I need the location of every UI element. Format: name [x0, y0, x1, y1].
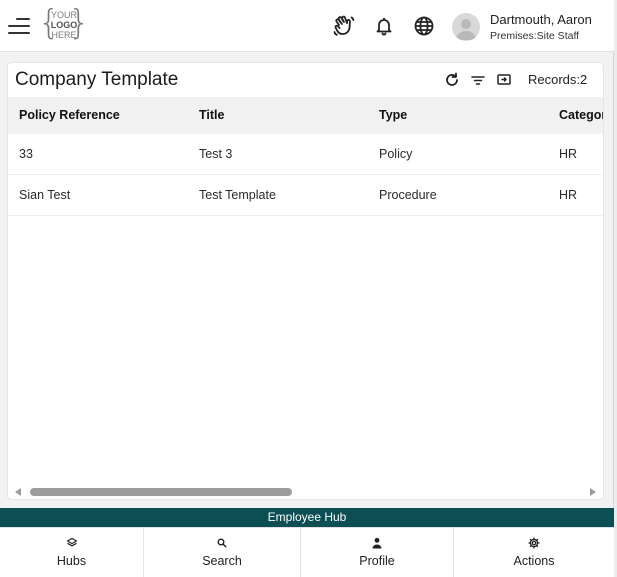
cell-title: Test 3 — [199, 147, 233, 161]
menu-toggle-button[interactable] — [6, 16, 30, 36]
nav-actions-button[interactable]: Actions — [454, 528, 614, 577]
table-row[interactable]: Sian Test Test Template Procedure HR — [8, 175, 603, 216]
page-title: Company Template — [15, 69, 179, 90]
user-name[interactable]: Dartmouth, Aaron — [490, 12, 592, 27]
nav-actions-label: Actions — [513, 554, 555, 568]
column-header-type[interactable]: Type — [379, 108, 407, 122]
scroll-left-arrow-icon[interactable] — [15, 488, 21, 496]
nav-profile-label: Profile — [359, 554, 395, 568]
records-count: Records:2 — [528, 72, 588, 87]
company-template-panel: Company Template Records:2 Policy Refere… — [7, 62, 604, 500]
table-row[interactable]: 33 Test 3 Policy HR — [8, 134, 603, 175]
column-header-category[interactable]: Category — [559, 108, 603, 122]
nav-hubs-label: Hubs — [56, 554, 87, 568]
person-icon — [371, 536, 383, 549]
cell-title: Test Template — [199, 188, 276, 202]
cell-policy-reference: 33 — [19, 147, 33, 161]
user-role: Premises:Site Staff — [490, 30, 580, 42]
scrollbar-thumb[interactable] — [30, 488, 292, 496]
column-header-policy-reference[interactable]: Policy Reference — [19, 108, 120, 122]
cell-category: HR — [559, 188, 578, 202]
wave-hand-icon[interactable] — [332, 14, 356, 38]
horizontal-scrollbar[interactable] — [8, 485, 603, 499]
search-icon — [216, 536, 228, 548]
refresh-icon[interactable] — [443, 71, 461, 89]
user-avatar[interactable] — [452, 13, 480, 41]
table-header-row: Policy Reference Title Type Category — [8, 97, 603, 134]
nav-hubs-button[interactable]: Hubs — [0, 528, 144, 577]
language-globe-icon[interactable] — [412, 14, 436, 38]
layers-icon — [66, 536, 78, 548]
cell-type: Procedure — [379, 188, 437, 202]
cell-category: HR — [559, 147, 578, 161]
column-header-title[interactable]: Title — [199, 108, 224, 122]
scroll-right-arrow-icon[interactable] — [590, 488, 596, 496]
nav-search-label: Search — [202, 554, 242, 568]
app-frame: { YOUR LOGO HERE } Dartmouth, Aaron Prem… — [0, 0, 614, 577]
cell-type: Policy — [379, 147, 413, 161]
bottom-navigation: Hubs Search Profile Actions — [0, 527, 614, 577]
template-table: Policy Reference Title Type Category 33 … — [8, 97, 603, 477]
company-logo: { YOUR LOGO HERE } — [38, 3, 90, 44]
filter-icon[interactable] — [469, 71, 487, 89]
top-header: { YOUR LOGO HERE } Dartmouth, Aaron Prem… — [0, 0, 614, 52]
notifications-bell-icon[interactable] — [372, 14, 396, 38]
export-icon[interactable] — [495, 71, 513, 89]
logo-brace-right: } — [68, 3, 90, 43]
cell-policy-reference: Sian Test — [19, 188, 71, 202]
gear-icon — [528, 536, 540, 549]
nav-search-button[interactable]: Search — [144, 528, 301, 577]
nav-profile-button[interactable]: Profile — [301, 528, 454, 577]
employee-hub-bar: Employee Hub — [0, 508, 614, 527]
